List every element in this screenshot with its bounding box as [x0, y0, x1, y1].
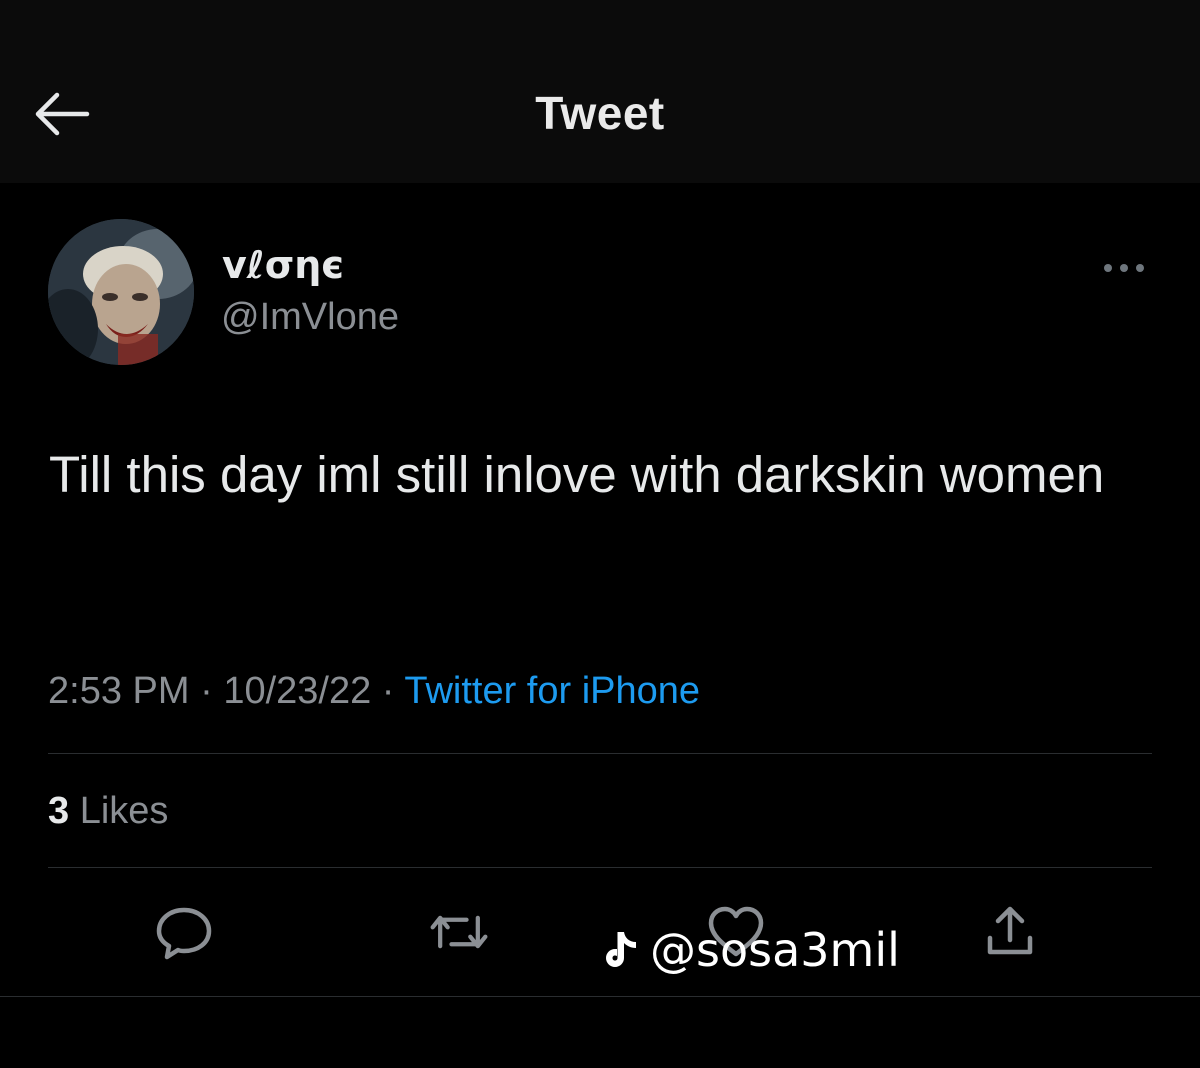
author-display-name[interactable]: vℓσηє [222, 243, 344, 287]
more-horizontal-icon [1104, 264, 1144, 272]
top-bar: Tweet [0, 0, 1200, 183]
divider [48, 867, 1152, 868]
tiktok-icon [606, 932, 636, 967]
reply-icon [156, 907, 212, 960]
tweet-metadata: 2:53 PM · 10/23/22 · Twitter for iPhone [48, 670, 700, 713]
divider [48, 753, 1152, 754]
share-button[interactable] [978, 902, 1042, 962]
tweet-date: 10/23/22 [223, 670, 372, 712]
bottom-divider [0, 996, 1200, 997]
tweet-text: Till this day iml still inlove with dark… [49, 446, 1105, 503]
retweet-icon [430, 915, 488, 949]
tweet-source-link[interactable]: Twitter for iPhone [404, 670, 700, 712]
tweet-time: 2:53 PM [48, 670, 190, 712]
author-handle[interactable]: @ImVlone [221, 296, 399, 339]
likes-label: Likes [79, 790, 169, 832]
watermark-text: @sosa3mil [650, 923, 900, 977]
tiktok-watermark: @sosa3mil [602, 922, 900, 978]
meta-separator: · [381, 670, 395, 712]
likes-count: 3 [48, 790, 70, 832]
avatar-image [48, 219, 194, 365]
share-icon [987, 906, 1033, 955]
retweet-button[interactable] [427, 902, 491, 962]
more-options-button[interactable] [1098, 250, 1150, 286]
reply-button[interactable] [152, 902, 216, 962]
likes-count-link[interactable]: 3 Likes [48, 790, 168, 833]
meta-separator: · [200, 670, 213, 712]
page-title: Tweet [535, 87, 665, 139]
avatar[interactable] [48, 219, 194, 365]
